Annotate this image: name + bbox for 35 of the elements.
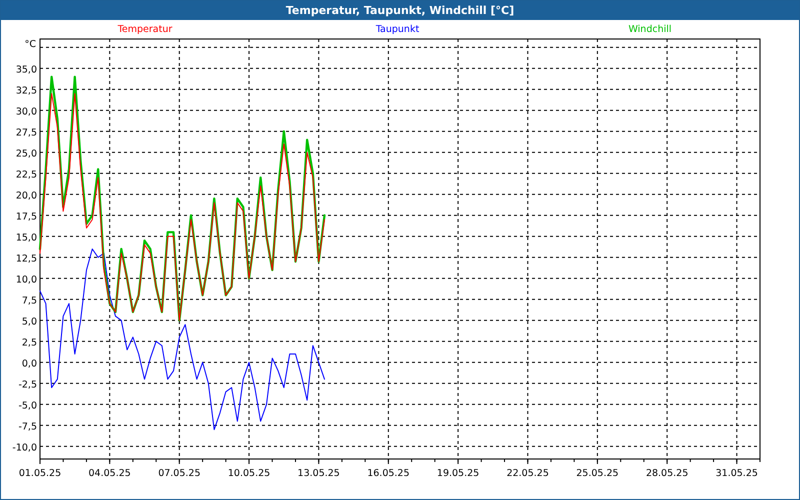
axis-label: 5,0 (22, 316, 37, 328)
axis-label: 25.05.25 (576, 468, 619, 479)
axis-label: -5,0 (18, 400, 37, 412)
axis-label: -7,5 (18, 421, 37, 432)
axis-label: 07.05.25 (158, 468, 200, 479)
axis-label: 15,0 (16, 232, 37, 244)
axis-label: 32,5 (16, 85, 37, 96)
axis-label: 17,5 (16, 211, 37, 222)
axis-label: 22,5 (16, 169, 37, 180)
window-title: Temperatur, Taupunkt, Windchill [°C] (1, 1, 799, 20)
axis-label: 10,0 (16, 274, 37, 286)
axis-label: 28.05.25 (646, 468, 688, 479)
axis-label: 20,0 (16, 190, 37, 202)
legend-label: Windchill (628, 24, 672, 35)
axis-label: 19.05.25 (436, 468, 480, 479)
axis-label: 01.05.25 (18, 468, 62, 479)
axis-label: 13.05.25 (298, 468, 340, 479)
axis-label: 35,0 (16, 64, 37, 76)
axis-label: 2,5 (22, 337, 37, 348)
axis-label: 7,5 (22, 295, 37, 306)
axis-label: 10.05.25 (228, 468, 270, 479)
axis-label: 12,5 (16, 253, 37, 264)
axis-label: 16.05.25 (367, 468, 410, 479)
axis-label: 25,0 (16, 148, 37, 160)
axis-label: 30,0 (16, 106, 37, 118)
legend-label: Temperatur (118, 24, 172, 35)
axis-label: 0,0 (22, 358, 37, 370)
axis-label: -10,0 (12, 442, 37, 454)
legend-label: Taupunkt (376, 24, 420, 35)
axis-label: 27,5 (16, 127, 37, 138)
axis-label: 22.05.25 (506, 468, 549, 479)
axis-label: 04.05.25 (88, 468, 131, 479)
axis-label: 31.05.25 (716, 468, 758, 479)
axis-title: °C (24, 39, 36, 50)
axis-label: -2,5 (18, 379, 37, 390)
